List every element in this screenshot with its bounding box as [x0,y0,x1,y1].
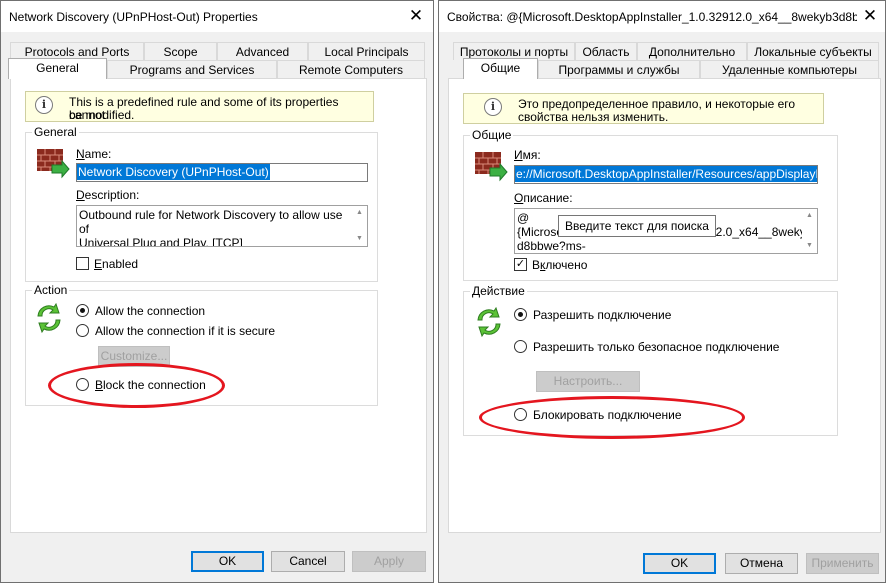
tab-programs-and-services[interactable]: Programs and Services [107,60,277,78]
description-scrollbar[interactable]: ▲ ▼ [352,206,367,246]
apply-button[interactable]: Apply [352,551,426,572]
description-label-ru: Описание: [514,191,573,205]
customize-button-ru[interactable]: Настроить... [536,371,640,392]
action-group-label: Action [32,283,70,297]
firewall-rule-icon [37,149,70,179]
scroll-down-icon[interactable]: ▼ [802,239,817,253]
cancel-button-ru[interactable]: Отмена [725,553,798,574]
info-icon: i [484,98,502,116]
enabled-label-ru: Включено [532,258,588,272]
description-line3-ru: d8bbwe?ms- [517,239,586,253]
close-icon[interactable]: ✕ [405,6,427,26]
name-label: Name: [76,147,112,161]
description-field[interactable]: Outbound rule for Network Discovery to a… [76,205,368,247]
description-label: Description: [76,188,140,202]
right-tab-panel: i Это предопределенное правило, и некото… [448,78,881,533]
enabled-checkbox[interactable] [76,257,89,270]
description-line2-ru: {Microso [517,225,564,239]
general-group: General Name: Network Discovery (UPnPHos… [25,125,378,282]
tab-local-principals[interactable]: Local Principals [308,42,425,60]
allow-secure-label: Allow the connection if it is secure [95,324,276,338]
tab-advanced-ru[interactable]: Дополнительно [637,42,747,60]
info-text-line2: be modified. [69,108,135,122]
enabled-label: Enabled [94,257,139,271]
firewall-rule-icon [475,152,508,182]
tab-programs-and-services-ru[interactable]: Программы и службы [538,60,700,78]
general-group-ru: Общие Имя: e://Microsoft.DesktopAppInsta… [463,128,838,281]
name-label-ru: Имя: [514,148,541,162]
tab-remote-computers[interactable]: Remote Computers [277,60,425,78]
left-highlight-oval [48,363,225,408]
allow-secure-radio-ru[interactable] [514,340,527,353]
tab-scope-ru[interactable]: Область [575,42,637,60]
enabled-checkbox-ru[interactable]: ✓ [514,258,527,271]
info-icon: i [35,96,53,114]
close-icon[interactable]: ✕ [859,6,881,26]
info-text-line2-ru: свойства нельзя изменить. [518,110,669,124]
allow-connection-label-ru: Разрешить подключение [533,308,672,322]
description-line2: Universal Plug and Play. [TCP] [79,236,243,247]
action-arrows-icon [37,303,61,333]
rule-name-field-ru[interactable]: e://Microsoft.DesktopAppInstaller/Resour… [514,165,818,184]
left-tab-panel: i This is a predefined rule and some of … [10,78,427,533]
predefined-rule-info-bar-ru: i Это предопределенное правило, и некото… [463,93,824,124]
allow-secure-label-ru: Разрешить только безопасное подключение [533,340,780,354]
rule-name-value: Network Discovery (UPnPHost-Out) [77,164,270,180]
left-window-title: Network Discovery (UPnPHost-Out) Propert… [9,10,258,24]
general-group-label: General [32,125,79,139]
scroll-up-icon[interactable]: ▲ [802,209,817,223]
search-tooltip: Введите текст для поиска [558,215,716,237]
scroll-up-icon[interactable]: ▲ [352,206,367,220]
cancel-button[interactable]: Cancel [271,551,345,572]
scroll-down-icon[interactable]: ▼ [352,232,367,246]
action-arrows-icon [477,307,501,337]
rule-name-field[interactable]: Network Discovery (UPnPHost-Out) [76,163,368,182]
apply-button-ru[interactable]: Применить [806,553,879,574]
description-line1: Outbound rule for Network Discovery to a… [79,208,343,236]
action-group-label-ru: Действие [470,284,527,298]
tab-general-ru[interactable]: Общие [463,58,538,79]
tab-general[interactable]: General [8,58,107,79]
allow-connection-radio-ru[interactable] [514,308,527,321]
right-properties-dialog: Свойства: @{Microsoft.DesktopAppInstalle… [438,0,886,583]
left-properties-dialog: Network Discovery (UPnPHost-Out) Propert… [0,0,434,583]
right-title-bar[interactable]: Свойства: @{Microsoft.DesktopAppInstalle… [439,1,885,32]
allow-connection-radio[interactable] [76,304,89,317]
description-scrollbar-ru[interactable]: ▲ ▼ [802,209,817,253]
predefined-rule-info-bar: i This is a predefined rule and some of … [25,91,374,122]
ok-button-ru[interactable]: OK [643,553,716,574]
allow-connection-label: Allow the connection [95,304,206,318]
rule-name-value-ru: e://Microsoft.DesktopAppInstaller/Resour… [515,166,817,182]
ok-button[interactable]: OK [191,551,264,572]
left-title-bar[interactable]: Network Discovery (UPnPHost-Out) Propert… [1,1,433,32]
tab-local-principals-ru[interactable]: Локальные субъекты [747,42,879,60]
allow-secure-radio[interactable] [76,324,89,337]
right-window-title: Свойства: @{Microsoft.DesktopAppInstalle… [447,10,857,24]
tab-scope[interactable]: Scope [144,42,217,60]
tab-advanced[interactable]: Advanced [217,42,308,60]
tab-remote-computers-ru[interactable]: Удаленные компьютеры [700,60,879,78]
general-group-label-ru: Общие [470,128,514,142]
right-highlight-oval [479,396,745,439]
